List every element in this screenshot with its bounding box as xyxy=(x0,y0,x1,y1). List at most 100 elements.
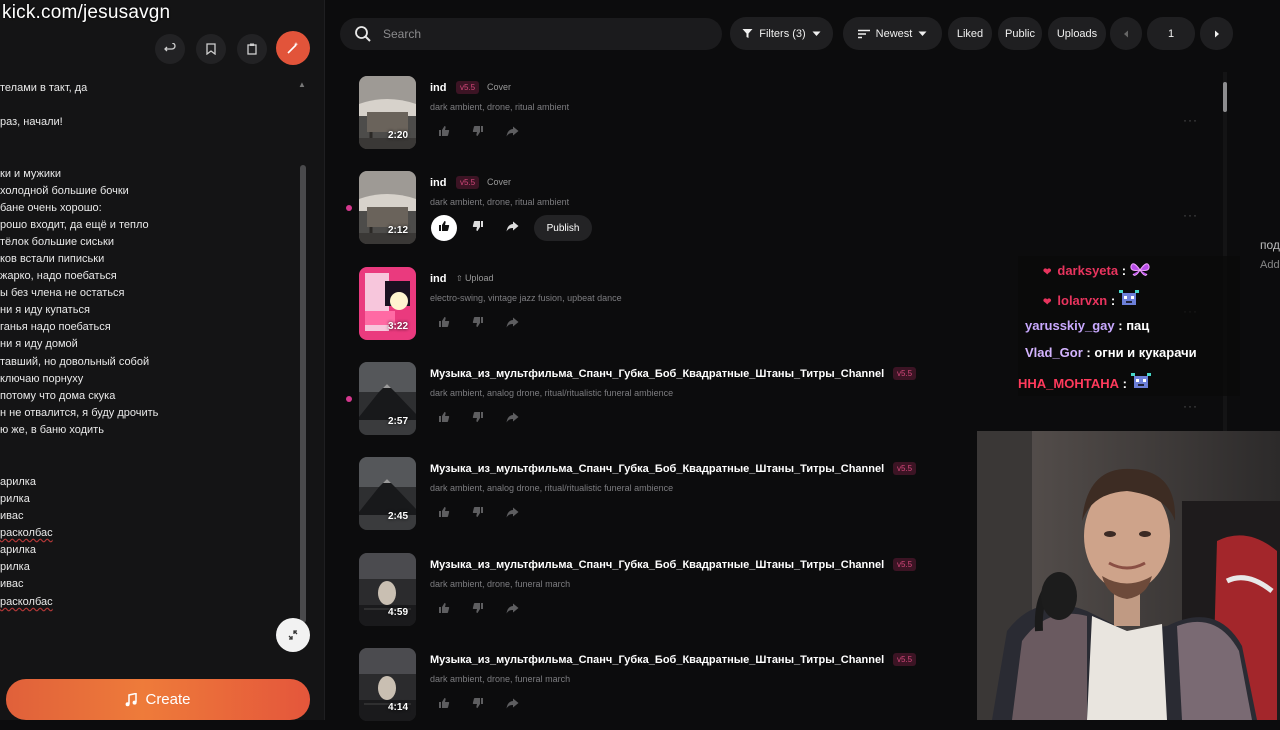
chat-message: ❤ lolarvxn : xyxy=(1043,290,1139,308)
sort-button[interactable]: Newest xyxy=(843,17,942,50)
song-cover-art[interactable]: 2:57 xyxy=(359,361,416,435)
prev-page-button[interactable] xyxy=(1110,17,1142,50)
chat-message: Vlad_Gor : огни и кукарачи xyxy=(1025,345,1197,360)
more-options-icon[interactable]: ··· xyxy=(1183,399,1198,413)
dislike-button[interactable] xyxy=(467,599,489,621)
song-title[interactable]: ind xyxy=(430,273,447,285)
chevron-right-icon xyxy=(1214,30,1219,37)
song-type-label: Cover xyxy=(487,177,512,188)
dislike-button[interactable] xyxy=(467,408,489,430)
lyric-line: ни я иду домой xyxy=(0,338,78,350)
like-button[interactable] xyxy=(433,599,455,621)
share-button[interactable] xyxy=(501,503,523,525)
thumbs-up-icon xyxy=(438,219,450,237)
dislike-button[interactable] xyxy=(467,313,489,335)
song-title[interactable]: Музыка_из_мультфильма_Спанч_Губка_Боб_Кв… xyxy=(430,559,884,571)
chevron-down-icon xyxy=(918,31,927,36)
search-bar[interactable] xyxy=(340,18,722,50)
like-button[interactable] xyxy=(433,408,455,430)
lyric-line: раз, начали! xyxy=(0,116,63,128)
uploads-filter-button[interactable]: Uploads xyxy=(1048,17,1106,50)
create-label: Create xyxy=(145,691,191,708)
chat-message: ❤ darksyeta : xyxy=(1043,262,1150,278)
upload-icon: ⇧ xyxy=(456,273,465,283)
filters-button[interactable]: Filters (3) xyxy=(730,17,833,50)
model-version-badge: v5.5 xyxy=(893,652,917,666)
next-page-button[interactable] xyxy=(1200,17,1233,50)
lyric-line: рилка xyxy=(0,561,30,573)
undo-button[interactable] xyxy=(155,34,185,64)
song-cover-art[interactable]: 2:45 xyxy=(359,457,416,531)
more-options-icon[interactable]: ··· xyxy=(1183,208,1198,222)
share-button[interactable] xyxy=(501,122,523,144)
share-button[interactable] xyxy=(501,599,523,621)
share-button[interactable] xyxy=(501,694,523,716)
share-icon xyxy=(506,601,519,619)
chat-username: lolarvxn xyxy=(1057,293,1108,308)
song-cover-art[interactable]: 2:12 xyxy=(359,171,416,245)
page-number-label: 1 xyxy=(1167,27,1175,40)
thumbs-down-icon xyxy=(472,696,484,714)
share-button[interactable] xyxy=(501,313,523,335)
song-title[interactable]: Музыка_из_мультфильма_Спанч_Губка_Боб_Кв… xyxy=(430,463,884,475)
dislike-button[interactable] xyxy=(467,503,489,525)
song-genres: dark ambient, drone, funeral march xyxy=(430,673,571,684)
song-cover-art[interactable]: 3:22 xyxy=(359,266,416,340)
thumbs-up-icon xyxy=(438,124,450,142)
chat-separator: : xyxy=(1119,376,1131,391)
lyrics-editor[interactable]: телами в такт, да раз, начали! ки и мужики… xyxy=(0,76,290,621)
song-genres: dark ambient, drone, ritual ambient xyxy=(430,197,570,208)
bookmark-button[interactable] xyxy=(196,34,226,64)
publish-button[interactable]: Publish xyxy=(534,215,592,242)
share-button[interactable] xyxy=(501,408,523,430)
clipboard-button[interactable] xyxy=(237,34,267,64)
song-type-tag: Cover xyxy=(487,82,511,92)
lyrics-panel: телами в такт, да раз, начали! ки и мужики… xyxy=(0,0,324,720)
edge-text: под xyxy=(1260,238,1280,252)
collapse-up-icon[interactable]: ▲ xyxy=(298,80,306,89)
like-button[interactable] xyxy=(433,313,455,335)
song-cover-art[interactable]: 4:59 xyxy=(359,552,416,626)
lyric-line: потому что дома скука xyxy=(0,390,116,402)
create-button[interactable]: Create xyxy=(6,679,310,720)
lyric-line: ы без члена не остаться xyxy=(0,287,125,299)
song-title[interactable]: ind xyxy=(430,177,447,189)
song-type-tag: Cover xyxy=(487,177,511,187)
song-title[interactable]: Музыка_из_мультфильма_Спанч_Губка_Боб_Кв… xyxy=(430,368,884,380)
share-icon xyxy=(506,124,519,142)
song-duration: 4:14 xyxy=(387,701,408,713)
share-button[interactable] xyxy=(501,217,523,239)
search-input[interactable] xyxy=(381,26,685,42)
chat-username: darksyeta xyxy=(1057,263,1119,278)
lyrics-scrollbar[interactable] xyxy=(300,165,306,623)
lyric-line: расколбас xyxy=(0,596,53,608)
dislike-button[interactable] xyxy=(467,694,489,716)
song-list-scroll-thumb[interactable] xyxy=(1223,82,1227,112)
like-button[interactable] xyxy=(433,503,455,525)
thumbs-up-icon xyxy=(438,410,450,428)
page-number[interactable]: 1 xyxy=(1147,17,1195,50)
thumbs-up-icon xyxy=(438,601,450,619)
song-genres: electro-swing, vintage jazz fusion, upbe… xyxy=(430,292,622,303)
sort-label: Newest xyxy=(875,27,913,40)
song-row[interactable]: 2:12 ind dark ambient, drone, ritual ambie… xyxy=(340,171,1200,253)
song-title[interactable]: ind xyxy=(430,82,447,94)
liked-filter-button[interactable]: Liked xyxy=(948,17,992,50)
expand-button[interactable] xyxy=(276,618,310,652)
heart-badge-icon: ❤ xyxy=(1043,267,1052,278)
like-button[interactable] xyxy=(433,122,455,144)
magic-wand-button[interactable] xyxy=(276,31,310,65)
like-button[interactable] xyxy=(433,694,455,716)
filter-icon xyxy=(742,29,753,38)
lyric-line: рилка xyxy=(0,493,30,505)
more-options-icon[interactable]: ··· xyxy=(1183,113,1198,127)
song-cover-art[interactable]: 2:20 xyxy=(359,76,416,149)
dislike-button[interactable] xyxy=(467,217,489,239)
model-version-badge: v5.5 xyxy=(456,81,480,94)
song-cover-art[interactable]: 4:14 xyxy=(359,647,416,721)
song-title[interactable]: Музыка_из_мультфильма_Спанч_Губка_Боб_Кв… xyxy=(430,654,884,666)
public-filter-button[interactable]: Public xyxy=(998,17,1042,50)
dislike-button[interactable] xyxy=(467,122,489,144)
song-row[interactable]: 2:20 ind dark ambient, drone, ritual ambie… xyxy=(340,76,1200,158)
like-button[interactable] xyxy=(431,215,457,242)
